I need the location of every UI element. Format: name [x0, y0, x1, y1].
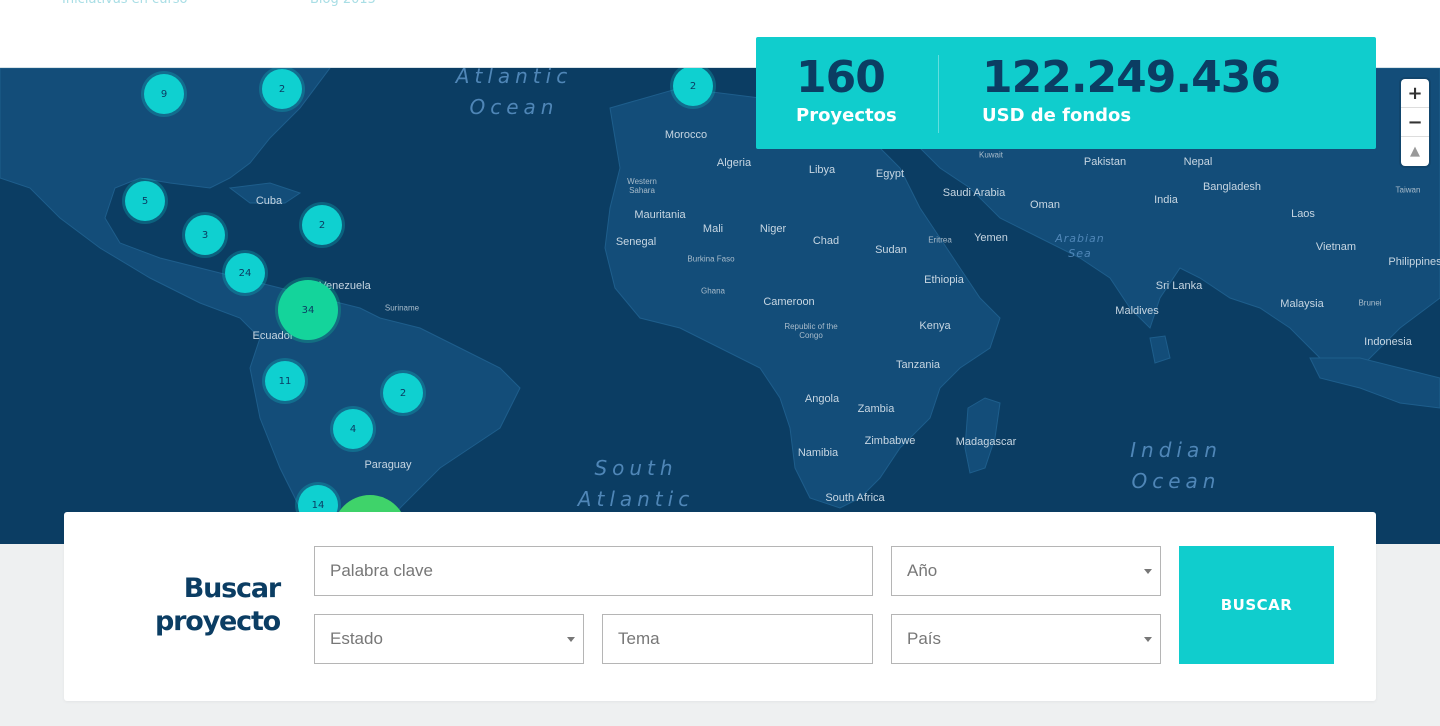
map-label: Sri Lanka: [1155, 280, 1203, 292]
year-select[interactable]: Año: [891, 546, 1161, 596]
map-label: Sudan: [875, 244, 907, 256]
map-label: Mauritania: [634, 209, 686, 221]
map-label: Niger: [759, 223, 787, 235]
projects-label: Proyectos: [796, 105, 897, 126]
map-label: Chad: [812, 235, 840, 247]
map-label: Tanzania: [895, 359, 941, 371]
search-title: Buscar proyecto: [155, 573, 281, 637]
zoom-in-button[interactable]: +: [1401, 79, 1429, 108]
map-cluster[interactable]: 2: [383, 373, 423, 413]
map-label: Kuwait: [978, 150, 1004, 160]
zoom-out-button[interactable]: −: [1401, 108, 1429, 137]
map-zoom-control: + − ▲: [1401, 79, 1429, 166]
map-label: Brunei: [1358, 298, 1382, 308]
topic-input[interactable]: Tema: [602, 614, 873, 664]
map-label: Saudi Arabia: [942, 187, 1006, 199]
map-label: Namibia: [797, 447, 839, 459]
chevron-down-icon: [567, 637, 575, 642]
search-panel: Buscar proyecto Palabra clave Año Estado…: [64, 512, 1376, 701]
map-label: Ethiopia: [924, 274, 964, 286]
map-label: Senegal: [615, 236, 657, 248]
map-label: Madagascar: [955, 436, 1017, 448]
map-label: Zimbabwe: [864, 435, 916, 447]
keyword-input[interactable]: Palabra clave: [314, 546, 873, 596]
funds-label: USD de fondos: [982, 105, 1132, 126]
state-select[interactable]: Estado: [314, 614, 584, 664]
funds-amount: 122.249.436: [982, 52, 1281, 103]
ocean-label-arabian: Arabian Sea: [1055, 232, 1105, 260]
map-cluster[interactable]: 2: [262, 69, 302, 109]
map-cluster[interactable]: 2: [302, 205, 342, 245]
map-cluster[interactable]: 11: [265, 361, 305, 401]
map-label: Vietnam: [1315, 241, 1357, 253]
map-label: Burkina Faso: [687, 254, 735, 264]
map-cluster[interactable]: 4: [333, 409, 373, 449]
map-label: Suriname: [384, 303, 420, 313]
ocean-label-south-atlantic: South Atlantic: [577, 456, 695, 511]
map-label: Egypt: [875, 168, 905, 180]
map-label: Malaysia: [1280, 298, 1324, 310]
map-label: Maldives: [1115, 305, 1159, 317]
projects-stat: 160 Proyectos: [796, 51, 897, 127]
map-label: Yemen: [974, 232, 1008, 244]
map-label: Laos: [1291, 208, 1315, 220]
chevron-down-icon: [1144, 637, 1152, 642]
map-label: Republic of the Congo: [784, 322, 838, 340]
map-label: Paraguay: [364, 459, 412, 471]
map-label: Mali: [702, 223, 724, 235]
map-label: Western Sahara: [627, 177, 657, 195]
ocean-label-indian: Indian Ocean: [1130, 438, 1222, 493]
map-label: Nepal: [1183, 156, 1213, 168]
map-cluster[interactable]: 3: [185, 215, 225, 255]
map-cluster[interactable]: 5: [125, 181, 165, 221]
map-label: Oman: [1030, 199, 1060, 211]
map-label: Algeria: [716, 157, 752, 169]
map-label: Philippines: [1388, 256, 1440, 268]
map-label: Taiwan: [1395, 185, 1421, 195]
search-button[interactable]: BUSCAR: [1179, 546, 1334, 664]
stats-divider: [938, 55, 939, 133]
map-label: Kenya: [919, 320, 951, 332]
chevron-down-icon: [1144, 569, 1152, 574]
map-label: Indonesia: [1364, 336, 1412, 348]
projects-count: 160: [796, 52, 886, 103]
map-label: South Africa: [825, 492, 885, 504]
map-cluster[interactable]: 9: [144, 74, 184, 114]
map-cluster[interactable]: 24: [225, 253, 265, 293]
map-label: Libya: [808, 164, 836, 176]
breadcrumb-blog[interactable]: Blog 2015: [310, 0, 376, 9]
map-label: Zambia: [857, 403, 895, 415]
map-label: Ghana: [700, 286, 726, 296]
map-label: India: [1154, 194, 1178, 206]
map-label: Cameroon: [763, 296, 815, 308]
map-label: Angola: [804, 393, 840, 405]
ocean-label-atlantic: Atlantic Ocean: [455, 68, 573, 119]
map-cluster[interactable]: 34: [278, 280, 338, 340]
map-label: Cuba: [255, 195, 283, 207]
map-label: Eritrea: [928, 235, 952, 245]
map-label: Bangladesh: [1202, 181, 1262, 193]
map-label: Morocco: [664, 129, 708, 141]
map-label: Pakistan: [1083, 156, 1127, 168]
reset-north-button[interactable]: ▲: [1401, 137, 1429, 166]
breadcrumb-initiatives[interactable]: Iniciativas en curso: [62, 0, 188, 9]
country-select[interactable]: País: [891, 614, 1161, 664]
funds-stat: 122.249.436 USD de fondos: [982, 51, 1281, 127]
stats-panel: 160 Proyectos 122.249.436 USD de fondos: [756, 37, 1376, 149]
